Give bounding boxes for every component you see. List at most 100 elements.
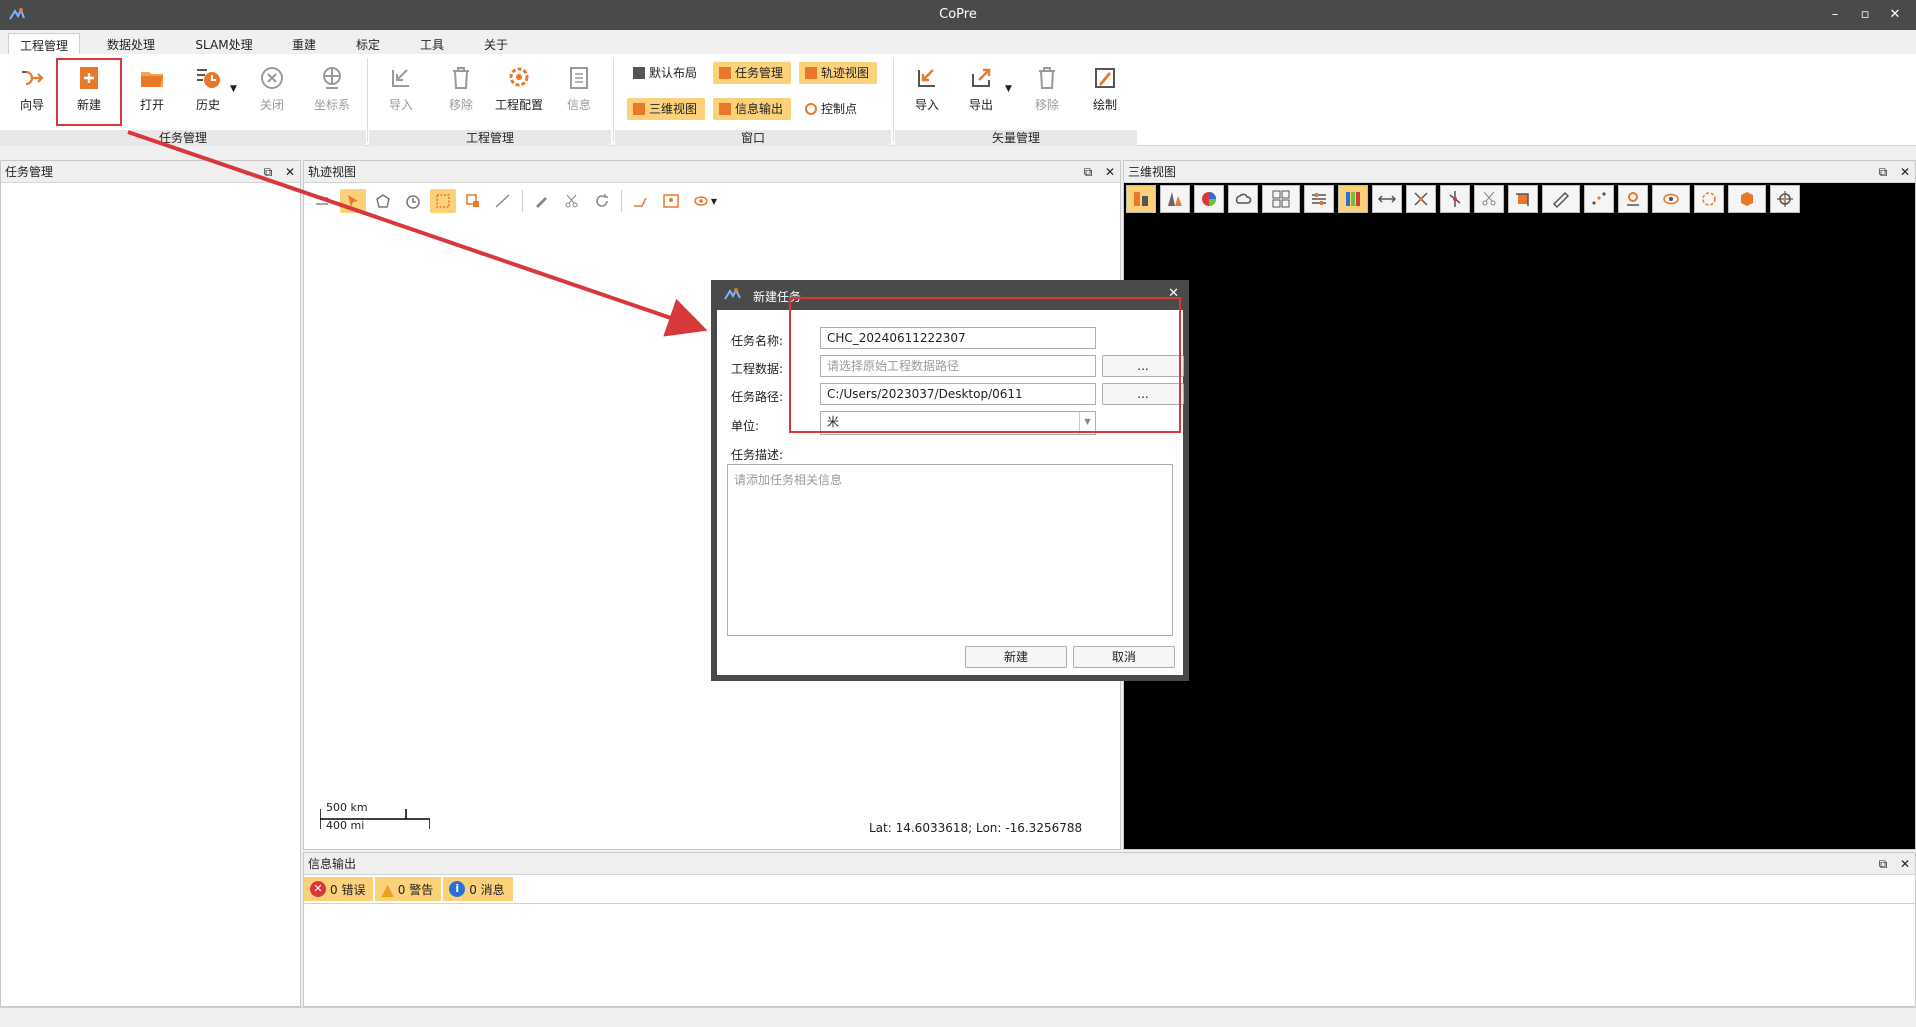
3d-tool-cloud[interactable] xyxy=(1228,185,1258,213)
default-layout-button[interactable]: 默认布局 xyxy=(627,62,705,84)
track-tool-edit[interactable] xyxy=(529,189,555,213)
track-tool-map[interactable] xyxy=(658,189,684,213)
3d-tool-rotate[interactable] xyxy=(1694,185,1724,213)
float-panel-icon[interactable]: ⧉ xyxy=(1877,853,1889,875)
cancel-button[interactable]: 取消 xyxy=(1073,646,1175,668)
eye-icon xyxy=(694,196,708,206)
project-info-button[interactable]: 信息 xyxy=(551,60,607,122)
track-tool-polygon[interactable] xyxy=(370,189,396,213)
track-tool-measure[interactable] xyxy=(490,189,516,213)
tab-tools[interactable]: 工具 xyxy=(410,33,454,54)
maximize-button[interactable]: ▫ xyxy=(1850,4,1880,26)
chevron-down-icon[interactable]: ▼ xyxy=(1079,412,1095,434)
project-data-input[interactable]: 请选择原始工程数据路径 xyxy=(820,355,1096,377)
info-log-area xyxy=(304,903,1915,1006)
errors-tab[interactable]: ✕ 0 错误 xyxy=(304,877,374,901)
history-dropdown-arrow-icon[interactable]: ▼ xyxy=(230,84,237,94)
info-filter-tabs: ✕ 0 错误 ▲ 0 警告 i 0 消息 xyxy=(304,877,515,901)
tab-about[interactable]: 关于 xyxy=(474,33,518,54)
task-description-textarea[interactable]: 请添加任务相关信息 xyxy=(727,464,1173,636)
history-button[interactable]: 历史 xyxy=(180,60,236,122)
color-wheel-icon xyxy=(1202,192,1216,206)
3d-tool-color[interactable] xyxy=(1194,185,1224,213)
project-data-browse-button[interactable]: ... xyxy=(1102,355,1184,377)
track-tool-rect-select[interactable] xyxy=(430,189,456,213)
float-panel-icon[interactable]: ⧉ xyxy=(1877,161,1889,183)
messages-tab[interactable]: i 0 消息 xyxy=(443,877,513,901)
track-tool-path[interactable] xyxy=(310,189,336,213)
3d-tool-crop[interactable] xyxy=(1508,185,1538,213)
3d-tool-points[interactable] xyxy=(1584,185,1614,213)
project-import-button[interactable]: 导入 xyxy=(373,60,429,122)
close-task-button[interactable]: 关闭 xyxy=(244,60,300,122)
toggle-track-view-button[interactable]: 轨迹视图 xyxy=(799,62,878,84)
tab-project-management[interactable]: 工程管理 xyxy=(8,33,80,54)
3d-tool-visibility[interactable] xyxy=(1652,185,1690,213)
create-button[interactable]: 新建 xyxy=(965,646,1067,668)
colorbar-icon xyxy=(1346,192,1360,206)
vector-draw-button[interactable]: 绘制 xyxy=(1077,60,1133,122)
tab-slam-processing[interactable]: SLAM处理 xyxy=(186,33,262,54)
minimize-button[interactable]: – xyxy=(1820,4,1850,26)
tab-reconstruction[interactable]: 重建 xyxy=(282,33,326,54)
task-name-input[interactable]: CHC_20240611222307 xyxy=(820,327,1096,349)
track-view-icon xyxy=(805,67,817,79)
tab-data-processing[interactable]: 数据处理 xyxy=(96,33,166,54)
3d-tool-adjust[interactable] xyxy=(1304,185,1334,213)
track-tool-rect-clear[interactable] xyxy=(460,189,486,213)
task-panel-icon xyxy=(719,67,731,79)
track-tool-visibility[interactable]: ▼ xyxy=(688,189,722,213)
3d-tool-distance[interactable] xyxy=(1372,185,1402,213)
track-tool-cut[interactable] xyxy=(559,189,585,213)
3d-tool-axis-x[interactable] xyxy=(1406,185,1436,213)
export-dropdown-arrow-icon[interactable]: ▼ xyxy=(1005,84,1012,94)
globe-icon xyxy=(323,67,341,89)
project-remove-button[interactable]: 移除 xyxy=(433,60,489,122)
3d-view-icon xyxy=(633,103,645,115)
warnings-tab[interactable]: ▲ 0 警告 xyxy=(375,877,442,901)
track-tool-select-point[interactable] xyxy=(340,189,366,213)
toggle-info-output-button[interactable]: 信息输出 xyxy=(713,98,792,120)
ribbon-group-vector: 导入 导出 ▼ 移除 绘制 矢量管理 xyxy=(895,54,1137,146)
control-points-button[interactable]: 控制点 xyxy=(799,98,865,120)
3d-tool-grid[interactable] xyxy=(1262,185,1300,213)
3d-tool-layers[interactable] xyxy=(1126,185,1156,213)
scale-mi-label: 400 mi xyxy=(326,819,365,832)
track-tool-timer[interactable] xyxy=(400,189,426,213)
vector-export-button[interactable]: 导出 xyxy=(953,60,1009,122)
3d-tool-cut[interactable] xyxy=(1474,185,1504,213)
float-panel-icon[interactable]: ⧉ xyxy=(1082,161,1094,183)
close-panel-icon[interactable]: ✕ xyxy=(1899,161,1911,183)
toggle-task-panel-button[interactable]: 任务管理 xyxy=(713,62,792,84)
tab-calibration[interactable]: 标定 xyxy=(346,33,390,54)
open-button[interactable]: 打开 xyxy=(124,60,180,122)
task-path-input[interactable]: C:/Users/2023037/Desktop/0611 xyxy=(820,383,1096,405)
3d-tool-colorbar[interactable] xyxy=(1338,185,1368,213)
task-path-browse-button[interactable]: ... xyxy=(1102,383,1184,405)
float-panel-icon[interactable]: ⧉ xyxy=(262,161,274,183)
project-config-button[interactable]: 工程配置 xyxy=(489,60,549,122)
toggle-3d-view-button[interactable]: 三维视图 xyxy=(627,98,706,120)
3d-tool-location[interactable] xyxy=(1618,185,1648,213)
3d-tool-cube[interactable] xyxy=(1728,185,1766,213)
track-tool-refresh[interactable] xyxy=(589,189,615,213)
coordinate-system-button[interactable]: 坐标系 xyxy=(304,60,360,122)
unit-select[interactable]: 米 ▼ xyxy=(820,411,1096,435)
3d-tool-elevation[interactable] xyxy=(1160,185,1190,213)
rect-clear-icon xyxy=(466,194,479,207)
dialog-close-icon[interactable]: ✕ xyxy=(1168,286,1179,301)
wizard-button[interactable]: 向导 xyxy=(4,60,60,122)
track-tool-trajectory[interactable] xyxy=(628,189,654,213)
vector-remove-button[interactable]: 移除 xyxy=(1019,60,1075,122)
close-panel-icon[interactable]: ✕ xyxy=(1104,161,1116,183)
info-output-panel: 信息输出 ⧉ ✕ ✕ 0 错误 ▲ 0 警告 i 0 消息 xyxy=(303,852,1916,1007)
3d-tool-center[interactable] xyxy=(1770,185,1800,213)
close-panel-icon[interactable]: ✕ xyxy=(284,161,296,183)
info-panel-title: 信息输出 xyxy=(308,857,357,871)
close-panel-icon[interactable]: ✕ xyxy=(1899,853,1911,875)
3d-tool-measure[interactable] xyxy=(1542,185,1580,213)
close-window-button[interactable]: ✕ xyxy=(1880,4,1910,26)
new-task-button[interactable]: 新建 xyxy=(56,58,122,126)
vector-import-button[interactable]: 导入 xyxy=(899,60,955,122)
3d-tool-axis-z[interactable] xyxy=(1440,185,1470,213)
